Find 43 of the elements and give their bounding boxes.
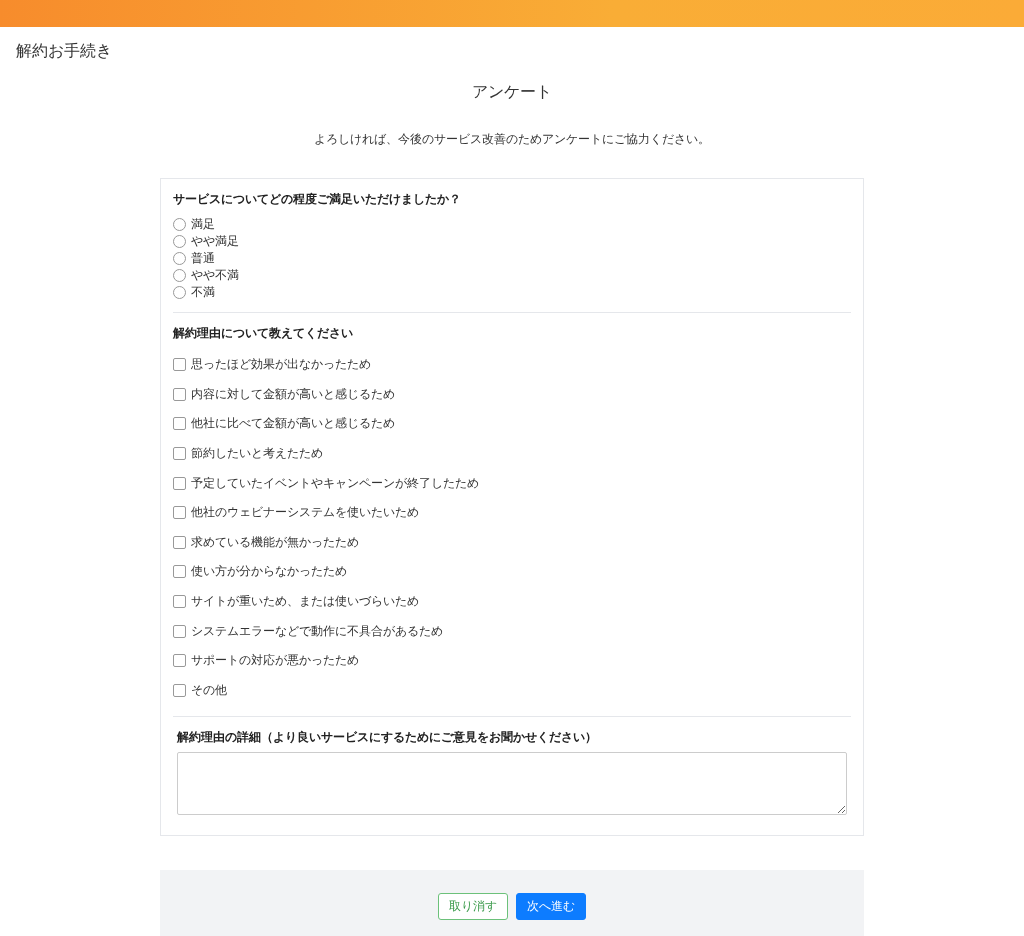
radio-button[interactable] [173, 218, 186, 231]
checkbox[interactable] [173, 387, 186, 401]
option-label: 他社のウェビナーシステムを使いたいため [191, 504, 419, 522]
next-button[interactable]: 次へ進む [516, 893, 586, 921]
checkbox[interactable] [173, 595, 186, 609]
checkbox[interactable] [173, 654, 186, 668]
checkbox[interactable] [173, 447, 186, 461]
survey-heading: アンケート [471, 82, 553, 103]
option-label: 不満 [191, 284, 215, 301]
question-text: 解約理由について教えてください [173, 325, 354, 342]
option-label: やや満足 [191, 233, 239, 250]
checkbox[interactable] [173, 624, 186, 638]
checkbox[interactable] [173, 683, 186, 697]
question-text: サービスについてどの程度ご満足いただけましたか？ [173, 191, 462, 208]
radio-button[interactable] [173, 235, 186, 248]
checkbox[interactable] [173, 476, 186, 490]
radio-button[interactable] [173, 252, 186, 265]
checkbox[interactable] [173, 506, 186, 520]
option-label: 内容に対して金額が高いと感じるため [191, 385, 395, 403]
option-label: サイトが重いため、または使いづらいため [191, 593, 419, 611]
details-label: 解約理由の詳細（より良いサービスにするためにご意見をお聞かせください） [177, 729, 598, 747]
option-label: 節約したいと考えたため [191, 445, 323, 463]
option-label: 普通 [191, 250, 215, 267]
checkbox[interactable] [173, 417, 186, 431]
radio-button[interactable] [173, 269, 186, 282]
option-label: 使い方が分からなかったため [191, 563, 347, 581]
option-label: 思ったほど効果が出なかったため [191, 356, 371, 374]
checkbox[interactable] [173, 535, 186, 549]
option-label: システムエラーなどで動作に不具合があるため [191, 622, 443, 640]
option-label: 他社に比べて金額が高いと感じるため [191, 415, 395, 433]
option-label: その他 [191, 681, 227, 699]
radio-button[interactable] [173, 286, 186, 299]
option-label: 予定していたイベントやキャンペーンが終了したため [191, 474, 479, 492]
option-label: やや不満 [191, 267, 239, 284]
checkbox[interactable] [173, 565, 186, 579]
option-label: サポートの対応が悪かったため [191, 652, 359, 670]
checkbox[interactable] [173, 358, 186, 372]
option-label: 満足 [191, 216, 215, 233]
cancel-button[interactable]: 取り消す [438, 893, 508, 921]
details-textarea[interactable] [177, 752, 847, 816]
option-label: 求めている機能が無かったため [191, 533, 359, 551]
survey-intro: よろしければ、今後のサービス改善のためアンケートにご協力ください。 [313, 131, 711, 148]
page-title: 解約お手続き [16, 41, 113, 62]
